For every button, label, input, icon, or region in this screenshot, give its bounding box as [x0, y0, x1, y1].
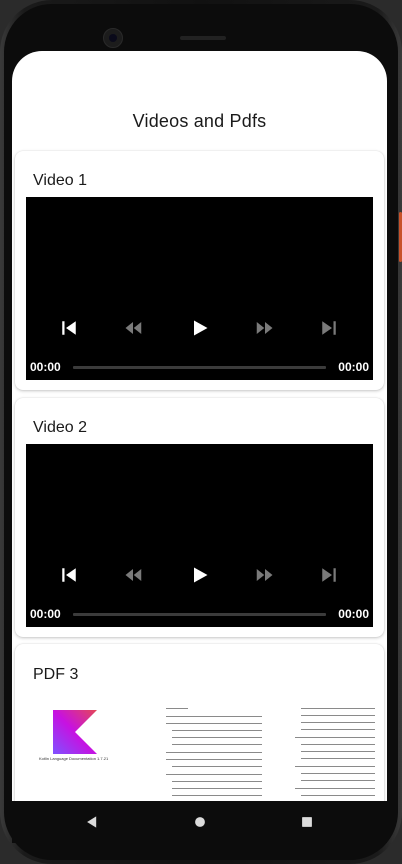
pdf-cover-caption: Kotlin Language Documentation 1.7.21: [39, 756, 109, 761]
recents-square-icon[interactable]: [297, 812, 317, 832]
seek-bar[interactable]: [73, 366, 326, 369]
toc-line: [295, 766, 375, 767]
toc-line: [301, 729, 375, 730]
duration-time: 00:00: [338, 607, 369, 621]
front-camera: [103, 28, 123, 48]
toc-line: [301, 708, 375, 709]
toc-line: [301, 744, 375, 745]
card-title: Video 1: [33, 172, 87, 189]
toc-line: [172, 788, 262, 789]
fast-forward-icon[interactable]: [253, 316, 277, 340]
rewind-icon[interactable]: [121, 316, 145, 340]
pdf-page-cover[interactable]: Kotlin Language Documentation 1.7.21: [33, 702, 140, 801]
duration-time: 00:00: [338, 360, 369, 374]
play-icon[interactable]: [188, 563, 212, 587]
toc-line: [172, 730, 262, 731]
current-time: 00:00: [30, 360, 61, 374]
toc-line: [166, 759, 262, 760]
toc-line: [301, 751, 375, 752]
toc-line: [172, 744, 262, 745]
seek-bar[interactable]: [73, 613, 326, 616]
page-title: Videos and Pdfs: [132, 110, 267, 131]
rewind-icon[interactable]: [121, 563, 145, 587]
toc-line: [172, 781, 262, 782]
earpiece-speaker: [180, 36, 226, 40]
app-screen: Videos and Pdfs Video 1 00:00 00:00 Vide…: [12, 51, 387, 801]
toc-line: [295, 788, 375, 789]
video-player[interactable]: 00:00 00:00: [26, 444, 373, 627]
toc-line: [166, 752, 262, 753]
toc-line: [172, 795, 262, 796]
skip-next-icon[interactable]: [317, 316, 341, 340]
pdf-card-3: PDF 3 Kotlin Language Documentation 1.7.…: [15, 644, 384, 801]
back-triangle-icon[interactable]: [82, 812, 102, 832]
app-bar: Videos and Pdfs: [12, 99, 387, 143]
kotlin-logo: [53, 710, 97, 754]
video-card-2: Video 2 00:00 00:00: [15, 398, 384, 637]
player-controls: [26, 563, 373, 587]
toc-line: [166, 774, 262, 775]
toc-line: [166, 716, 262, 717]
toc-line: [166, 708, 188, 709]
video-card-1: Video 1 00:00 00:00: [15, 151, 384, 390]
toc-line: [301, 780, 375, 781]
toc-line: [301, 773, 375, 774]
card-title: Video 2: [33, 419, 87, 436]
toc-line: [301, 795, 375, 796]
current-time: 00:00: [30, 607, 61, 621]
pdf-page-toc[interactable]: [287, 702, 381, 801]
card-title: PDF 3: [33, 666, 79, 683]
pdf-page-toc[interactable]: [160, 702, 267, 801]
toc-line: [172, 737, 262, 738]
player-controls: [26, 316, 373, 340]
skip-next-icon[interactable]: [317, 563, 341, 587]
toc-line: [301, 715, 375, 716]
skip-previous-icon[interactable]: [57, 316, 81, 340]
home-circle-icon[interactable]: [190, 812, 210, 832]
toc-line: [301, 758, 375, 759]
toc-line: [295, 737, 375, 738]
play-icon[interactable]: [188, 316, 212, 340]
skip-previous-icon[interactable]: [57, 563, 81, 587]
toc-line: [166, 723, 262, 724]
video-player[interactable]: 00:00 00:00: [26, 197, 373, 380]
toc-line: [172, 766, 262, 767]
toc-line: [301, 722, 375, 723]
fast-forward-icon[interactable]: [253, 563, 277, 587]
system-nav-bar: [12, 801, 387, 843]
